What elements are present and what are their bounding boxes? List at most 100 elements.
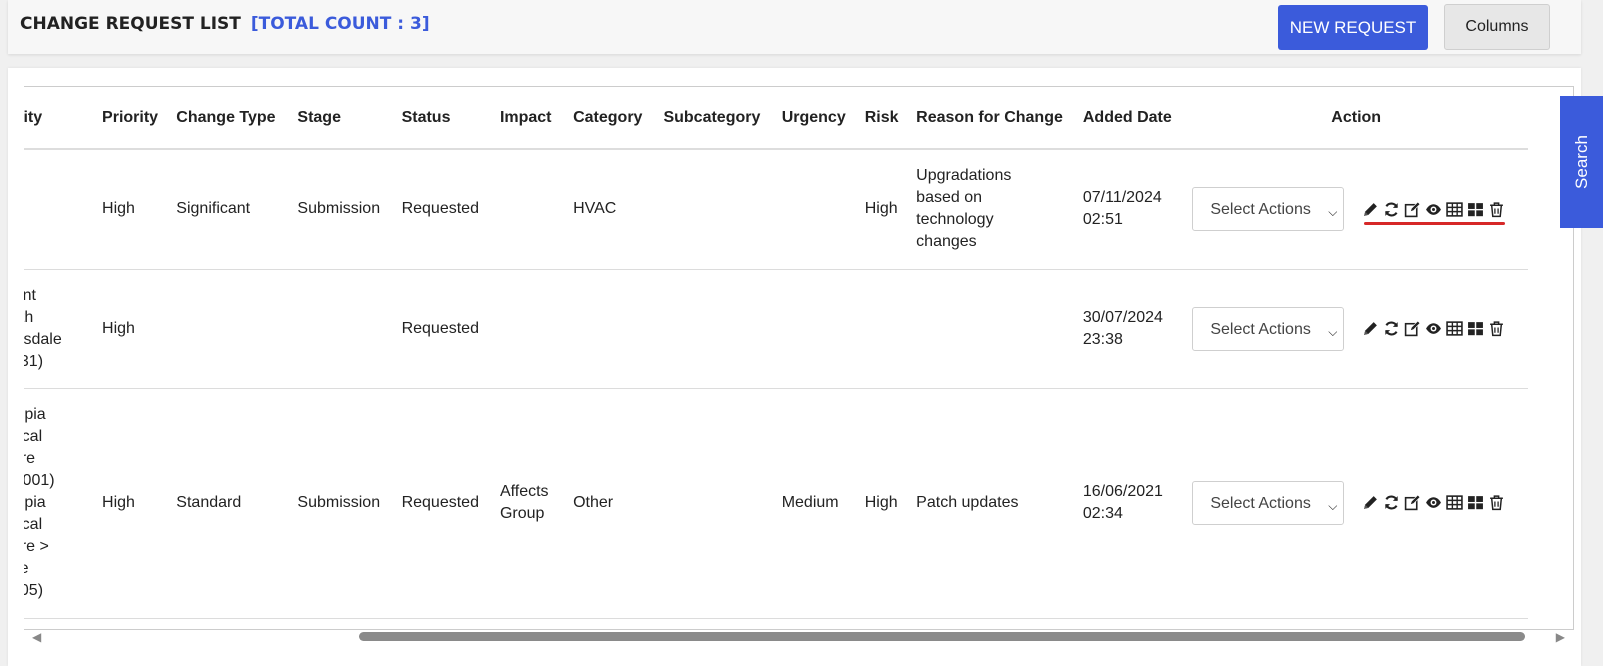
table-icon[interactable] (1446, 320, 1464, 337)
cell-risk (856, 269, 909, 389)
edit-icon[interactable] (1404, 201, 1421, 218)
scroll-right-arrow-icon[interactable]: ▶ (1556, 630, 1565, 644)
cell-facility: HiDent Health Scottsdale (F0031) (24, 269, 95, 389)
search-tab-label: Search (1571, 135, 1591, 189)
refresh-icon[interactable] (1383, 494, 1400, 511)
cell-line: 07/11/2024 (1082, 189, 1162, 207)
cell-line: Upgradations (916, 167, 1012, 185)
cell-reason (908, 269, 1075, 389)
cell-stage: Submission (289, 388, 394, 619)
cell-impact: Affects Group (491, 388, 566, 619)
highlight-underline (1364, 222, 1506, 226)
row-action-icons (1362, 318, 1509, 340)
cell-line: 23:38 (1082, 330, 1123, 348)
column-header-status[interactable]: Status (393, 87, 492, 150)
select-actions-dropdown[interactable]: Select Actions ⌵ (1192, 187, 1345, 232)
edit-icon[interactable] (1404, 494, 1421, 511)
column-header-added-date[interactable]: Added Date (1074, 87, 1185, 150)
table-panel: FacilityPriorityChange TypeStageStatusIm… (8, 68, 1581, 666)
eye-icon[interactable] (1425, 320, 1442, 337)
trash-icon[interactable] (1488, 320, 1505, 337)
horizontal-scrollbar[interactable]: ◀ ▶ (24, 629, 1573, 644)
column-header-reason[interactable]: Reason for Change (908, 87, 1075, 150)
cell-action: Select Actions ⌵ (1184, 388, 1528, 619)
cell-added-date: 07/11/2024 02:51 (1074, 149, 1185, 270)
page-title-text: CHANGE REQUEST LIST (20, 14, 241, 34)
edit-icon[interactable] (1404, 320, 1421, 337)
table-row: HiDent Health Scottsdale (F0031) High Request… (24, 269, 1528, 389)
table-icon[interactable] (1446, 494, 1464, 511)
cell-line: Centre > (24, 538, 49, 555)
pencil-icon[interactable] (1362, 320, 1379, 337)
cell-line: Group (499, 505, 545, 522)
change-request-table: FacilityPriorityChange TypeStageStatusIm… (24, 87, 1528, 619)
table-row: Olympia Medical Centre (FC0001) Olympia Medic… (24, 388, 1528, 619)
cell-line: Scottsdale (24, 330, 62, 348)
cell-subcategory (655, 149, 774, 270)
cell-priority: High (94, 388, 169, 619)
cell-facility: Olympia Medical Centre (FC0001) Olympia Medic… (24, 388, 95, 619)
trash-icon[interactable] (1488, 494, 1505, 511)
cell-subcategory (655, 269, 774, 389)
cell-line: changes (916, 233, 977, 251)
pencil-icon[interactable] (1362, 494, 1379, 511)
new-request-button[interactable]: NEW REQUEST (1278, 5, 1428, 50)
trash-icon[interactable] (1488, 201, 1505, 218)
column-header-stage[interactable]: Stage (289, 87, 394, 150)
table-icon[interactable] (1446, 201, 1464, 218)
columns-button[interactable]: Columns (1444, 4, 1550, 50)
column-header-category[interactable]: Category (565, 87, 656, 150)
cell-reason: Upgradations based on technology changes (908, 149, 1075, 270)
column-header-priority[interactable]: Priority (94, 87, 169, 150)
select-actions-dropdown[interactable]: Select Actions ⌵ (1192, 481, 1345, 525)
cell-stage (289, 269, 394, 389)
cell-line: 16/06/2021 (1082, 483, 1163, 500)
column-header-action[interactable]: Action (1184, 87, 1528, 150)
eye-icon[interactable] (1425, 494, 1442, 511)
cell-line: Centre (24, 450, 36, 467)
table-row: High Significant Submission Requested HVAC Hi… (24, 149, 1528, 270)
column-header-change-type[interactable]: Change Type (168, 87, 290, 150)
cell-line: (FC0001) (24, 472, 55, 489)
column-header-urgency[interactable]: Urgency (773, 87, 857, 150)
cell-urgency: Medium (773, 388, 857, 619)
cell-line: (F0031) (24, 352, 44, 370)
cell-line: Olympia (24, 494, 46, 511)
cell-added-date: 30/07/2024 23:38 (1074, 269, 1185, 389)
cell-status: Requested (393, 388, 492, 619)
chevron-down-icon: ⌵ (1328, 324, 1338, 339)
refresh-icon[interactable] (1383, 320, 1400, 337)
search-side-tab[interactable]: Search (1560, 96, 1603, 228)
scrollbar-thumb[interactable] (359, 632, 1525, 641)
cell-change-type: Standard (168, 388, 290, 619)
cell-added-date: 16/06/2021 02:34 (1074, 388, 1185, 619)
page-header: CHANGE REQUEST LIST [TOTAL COUNT : 3] NE… (8, 0, 1581, 54)
cell-impact (491, 149, 566, 270)
cell-category: Other (565, 388, 656, 619)
cell-change-type: Significant (168, 149, 290, 270)
chevron-down-icon: ⌵ (1328, 499, 1338, 513)
grid-icon[interactable] (1467, 494, 1484, 511)
table-scroll-area[interactable]: FacilityPriorityChange TypeStageStatusIm… (24, 86, 1574, 630)
cell-impact (491, 269, 566, 389)
select-actions-placeholder: Select Actions (1210, 320, 1311, 338)
select-actions-dropdown[interactable]: Select Actions ⌵ (1192, 306, 1345, 351)
cell-line: 02:51 (1082, 211, 1123, 229)
grid-icon[interactable] (1467, 320, 1484, 337)
scroll-left-arrow-icon[interactable]: ◀ (32, 630, 41, 644)
cell-urgency (773, 149, 857, 270)
cell-risk: High (856, 149, 909, 270)
column-header-risk[interactable]: Risk (856, 87, 909, 150)
grid-icon[interactable] (1467, 201, 1484, 218)
cell-line: Health (24, 308, 34, 326)
cell-status: Requested (393, 269, 492, 389)
column-header-facility[interactable]: Facility (24, 87, 95, 150)
column-header-impact[interactable]: Impact (491, 87, 566, 150)
cell-line: 30/07/2024 (1082, 308, 1163, 326)
refresh-icon[interactable] (1383, 201, 1400, 218)
cell-line: Olympia (24, 406, 46, 423)
column-header-subcategory[interactable]: Subcategory (655, 87, 774, 150)
cell-action: Select Actions ⌵ (1184, 149, 1528, 270)
pencil-icon[interactable] (1362, 201, 1379, 218)
eye-icon[interactable] (1425, 201, 1442, 218)
